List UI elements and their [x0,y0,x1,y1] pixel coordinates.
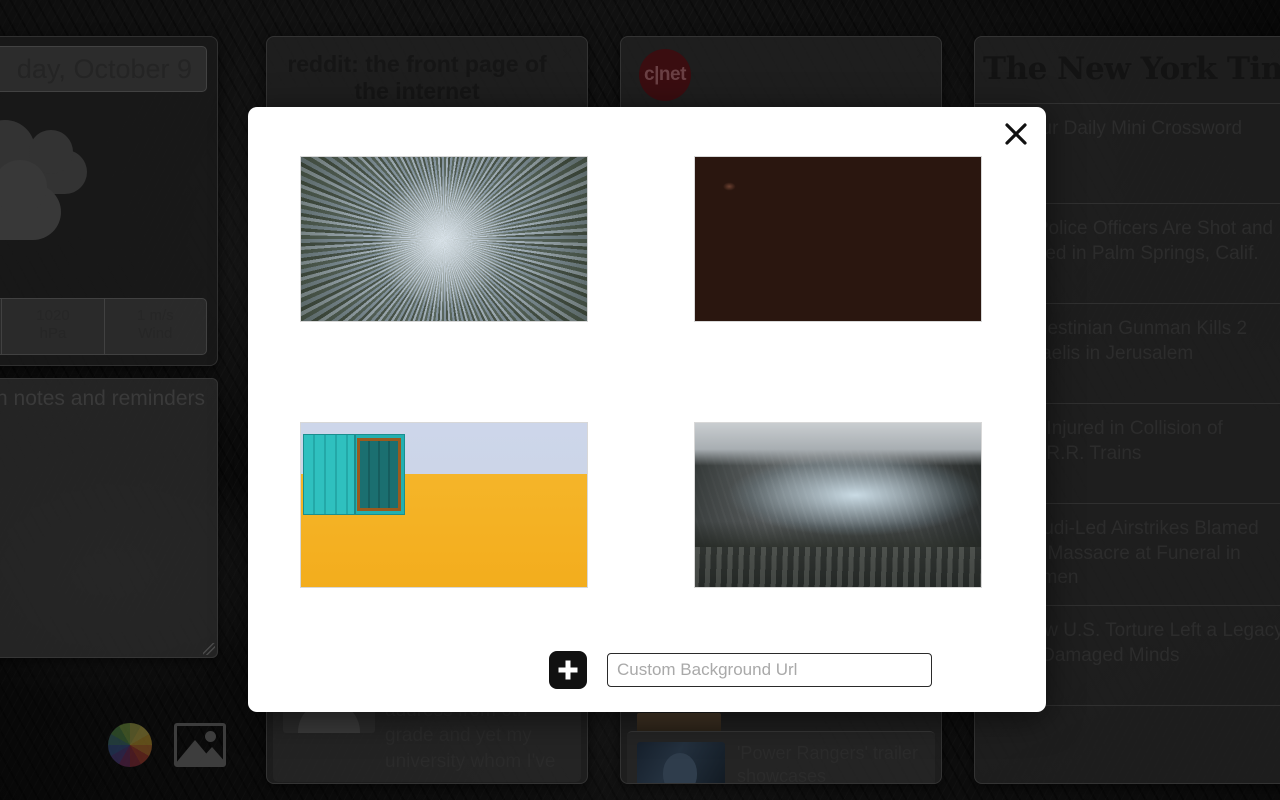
nyt-item-title: Your Daily Mini Crossword [1020,118,1243,139]
cnet-partial-thumbnail [637,713,721,731]
article-thumbnail [637,742,725,783]
background-option-yellow-wall-teal-door[interactable] [300,422,588,588]
notes-placeholder[interactable]: wn notes and reminders [0,379,217,419]
notes-resize-handle[interactable] [203,643,215,655]
background-option-glacier-valley[interactable] [694,422,982,588]
nyt-item-title: 33 Injured in Collision of L.I.R.R. Trai… [1020,418,1223,464]
nyt-item-title: Saudi-Led Airstrikes Blamed for Massacre… [1020,518,1259,589]
weather-stat-value: 1 m/s [136,306,174,324]
weather-stat-value: 1020 [36,306,70,324]
custom-background-url-input[interactable] [607,653,932,687]
add-background-button[interactable] [549,651,587,689]
nyt-item-title: 2 Police Officers Are Shot and Killed in… [1020,218,1274,264]
background-option-aerial-snowy-forest[interactable] [300,156,588,322]
picture-icon[interactable] [174,723,226,767]
weather-date: day, October 9 [0,46,207,92]
cnet-logo-text: c|net [644,64,686,85]
nyt-item-title: Palestinian Gunman Kills 2 Israelis in J… [1020,318,1248,364]
cloudy-icon [0,92,217,264]
cnet-logo: c|net [621,37,941,101]
weather-stat-label: hPa [39,325,67,343]
cnet-widget-body: 'Power Rangers' trailer showcases [621,713,941,783]
weather-widget[interactable]: day, October 9 93% Hum 1020 hPa 1 m/s Wi… [0,36,218,366]
launcher-icons [108,723,226,767]
weather-stat-wind: 1 m/s Wind [105,299,206,355]
background-option-coffee-beans[interactable] [694,156,982,322]
list-item[interactable]: 'Power Rangers' trailer showcases [627,731,935,784]
notes-widget[interactable]: wn notes and reminders [0,378,218,658]
background-picker-dialog [248,107,1046,712]
reddit-widget-title: reddit: the front page of the internet [287,51,547,105]
weather-stats: 93% Hum 1020 hPa 1 m/s Wind [0,297,207,355]
close-icon[interactable] [999,117,1033,151]
weather-stat-pressure: 1020 hPa [2,298,105,354]
reddit-widget-close-icon[interactable]: × [557,45,577,65]
cnet-item-title: 'Power Rangers' trailer showcases [737,743,918,784]
nyt-masthead: The New York Times [983,51,1280,87]
nyt-widget-close-icon[interactable]: × [1265,45,1280,65]
nyt-item-title: How U.S. Torture Left a Legacy of Damage… [1020,620,1280,666]
weather-stat-label: Wind [138,325,173,343]
color-wheel-icon[interactable] [108,723,152,767]
cnet-widget-close-icon[interactable]: × [911,45,931,65]
background-thumbnail-grid [300,156,994,688]
custom-url-row [549,651,932,689]
